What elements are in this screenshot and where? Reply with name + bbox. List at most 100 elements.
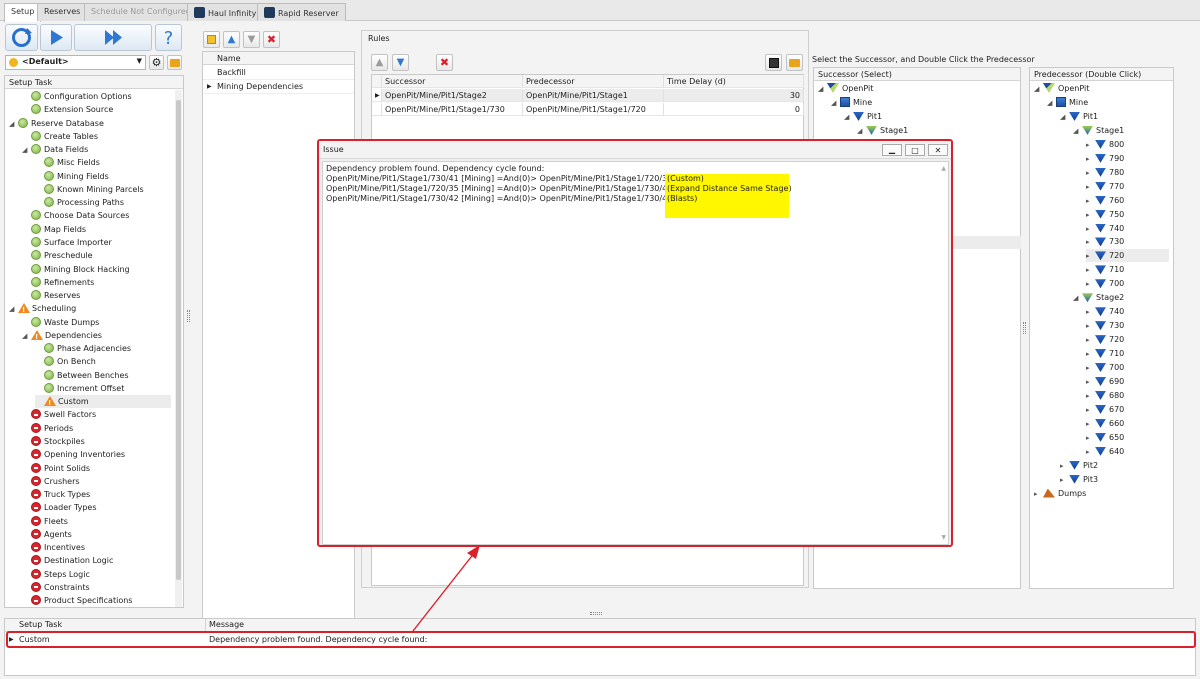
rule-predecessor-cell[interactable]: OpenPit/Mine/Pit1/Stage1 [523,89,664,102]
rule-move-down-button[interactable]: ▼ [392,54,409,71]
column-header-time-delay[interactable]: Time Delay (d) [664,75,804,88]
minimize-button[interactable]: ▁ [882,144,902,156]
move-down-button[interactable]: ▼ [243,31,260,48]
collapse-icon[interactable]: ◢ [9,303,18,316]
tab-schedule-not-configured[interactable]: Schedule Not Configured [84,3,198,21]
tree-item[interactable]: Fleets [22,515,68,528]
settings-button[interactable]: ⚙ [149,55,164,70]
expand-icon[interactable]: ▸ [1060,474,1069,487]
expand-icon[interactable]: ▸ [1086,236,1095,249]
tree-item[interactable]: ◢ Reserve Database [9,117,104,130]
scroll-down-icon[interactable]: ▼ [941,534,946,541]
tree-item[interactable]: ◢ Scheduling [9,302,76,317]
refresh-button[interactable] [5,24,38,51]
tree-item[interactable]: Extension Source [22,103,113,116]
save-profile-button[interactable] [167,55,182,70]
expand-icon[interactable]: ▸ [1086,223,1095,236]
tree-item[interactable]: ◢ Pit1 [844,110,882,123]
tree-item[interactable]: Misc Fields [35,156,100,169]
tree-item[interactable]: Map Fields [22,223,86,236]
expand-icon[interactable]: ▸ [1086,432,1095,445]
collapse-icon[interactable]: ◢ [1047,97,1056,110]
expand-icon[interactable]: ▸ [1086,306,1095,319]
issue-titlebar[interactable]: Issue ▁ □ ✕ [319,141,951,159]
tab-haul-infinity[interactable]: Haul Infinity [187,3,264,21]
move-up-button[interactable]: ▲ [223,31,240,48]
column-header-setup-task[interactable]: Setup Task [19,620,62,629]
tree-item[interactable]: Custom [35,395,171,410]
collapse-icon[interactable]: ◢ [9,118,18,131]
expand-icon[interactable]: ▸ [1086,390,1095,403]
tree-item[interactable]: ▸ 710 [1086,263,1124,276]
tree-item[interactable]: Destination Logic [22,554,113,567]
tree-item[interactable]: Product Specifications [22,594,132,607]
issue-dialog[interactable]: Issue ▁ □ ✕ Dependency problem found. De… [317,139,953,547]
tree-item[interactable]: ▸ 690 [1086,375,1124,388]
vertical-splitter[interactable] [1023,322,1026,334]
column-header-predecessor[interactable]: Predecessor [523,75,664,88]
tree-item[interactable]: ▸ 740 [1086,305,1124,318]
collapse-icon[interactable]: ◢ [1034,83,1043,96]
rule-successor-cell[interactable]: OpenPit/Mine/Pit1/Stage2 [382,89,523,102]
tree-item[interactable]: ▸ 670 [1086,403,1124,416]
tree-item[interactable]: ▸ 700 [1086,361,1124,374]
expand-icon[interactable]: ▸ [1086,167,1095,180]
expand-icon[interactable]: ▸ [1086,139,1095,152]
tab-reserves[interactable]: Reserves [37,3,88,21]
rule-delete-button[interactable]: ✖ [436,54,453,71]
tree-item[interactable]: ◢ OpenPit [818,82,873,95]
tree-item[interactable]: ◢ Data Fields [22,143,88,156]
collapse-icon[interactable]: ◢ [831,97,840,110]
tree-item[interactable]: Point Solids [22,462,90,475]
tree-item[interactable]: Steps Logic [22,568,90,581]
expand-icon[interactable]: ▸ [1086,348,1095,361]
rule-delay-cell[interactable]: 0 [664,103,804,116]
tree-item[interactable]: Mining Block Hacking [22,263,130,276]
tree-item[interactable]: ▸ 750 [1086,208,1124,221]
expand-icon[interactable]: ▸ [1086,362,1095,375]
column-header-successor[interactable]: Successor [382,75,523,88]
tree-item[interactable]: Opening Inventories [22,448,125,461]
delete-button[interactable]: ✖ [263,31,280,48]
save-rules-button[interactable] [765,54,782,71]
list-item[interactable]: Backfill [203,66,354,80]
run-button[interactable] [40,24,72,51]
expand-icon[interactable]: ▸ [1086,376,1095,389]
collapse-icon[interactable]: ◢ [22,330,31,343]
tree-item[interactable]: Incentives [22,541,85,554]
tree-item[interactable]: Increment Offset [35,382,124,395]
tree-item[interactable]: ▸ 680 [1086,389,1124,402]
help-button[interactable]: ? [155,24,182,51]
collapse-icon[interactable]: ◢ [22,144,31,157]
horizontal-splitter[interactable] [590,612,602,615]
tree-item[interactable]: Create Tables [22,130,98,143]
setup-tree-scrollbar[interactable] [175,90,182,607]
tree-item[interactable]: ▸ 730 [1086,319,1124,332]
tree-item[interactable]: ▸ 770 [1086,180,1124,193]
expand-icon[interactable]: ▸ [1034,488,1043,501]
rule-move-up-button[interactable]: ▲ [371,54,388,71]
tree-item[interactable]: ▸ 790 [1086,152,1124,165]
tree-item[interactable]: ◢ Pit1 [1060,110,1098,123]
tree-item[interactable]: ▸ 800 [1086,138,1124,151]
tree-item[interactable]: ◢ Stage2 [1073,291,1124,304]
open-rules-button[interactable] [786,54,803,71]
tree-item[interactable]: ▸ 710 [1086,347,1124,360]
column-header-message[interactable]: Message [209,620,244,629]
expand-icon[interactable]: ▸ [1060,460,1069,473]
collapse-icon[interactable]: ◢ [818,83,827,96]
list-item[interactable]: ▶ Mining Dependencies [203,80,354,94]
tree-item[interactable]: Constraints [22,581,90,594]
tree-item[interactable]: ▸ Pit2 [1060,459,1098,472]
tree-item[interactable]: Truck Types [22,488,90,501]
tree-item[interactable]: ◢ Mine [1047,96,1088,109]
tree-item[interactable]: ▸ 760 [1086,194,1124,207]
tree-item[interactable]: ◢ Mine [831,96,872,109]
tree-item[interactable]: Surface Importer [22,236,112,249]
tree-item[interactable]: Waste Dumps [22,316,99,329]
collapse-icon[interactable]: ◢ [1073,125,1082,138]
maximize-button[interactable]: □ [905,144,925,156]
tree-item[interactable]: ▸ 720 [1086,249,1169,263]
tree-item[interactable]: ▸ 650 [1086,431,1124,444]
tree-item[interactable]: Agents [22,528,72,541]
